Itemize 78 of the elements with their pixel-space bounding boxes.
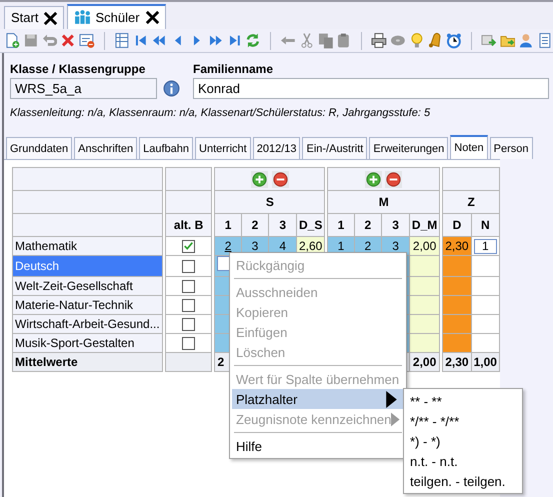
scissors-icon[interactable] <box>298 32 315 49</box>
document-tab[interactable]: Start <box>4 6 64 29</box>
checkbox[interactable] <box>182 280 196 294</box>
undo-icon[interactable] <box>42 32 58 49</box>
column-header: 2 <box>354 214 382 236</box>
checkbox[interactable] <box>182 337 196 350</box>
new-document-icon[interactable] <box>4 32 20 49</box>
checkbox[interactable] <box>182 299 196 312</box>
bell-icon[interactable] <box>427 32 444 49</box>
save-icon[interactable] <box>22 32 39 49</box>
info-icon[interactable] <box>163 80 180 97</box>
column-group-header: M <box>326 190 442 214</box>
copy-icon[interactable] <box>318 32 334 49</box>
tab[interactable]: Person <box>490 137 532 159</box>
menu-item[interactable]: *) - *) <box>406 431 520 451</box>
refresh-icon[interactable] <box>245 32 262 49</box>
checkbox[interactable] <box>182 240 196 254</box>
menu-item[interactable]: n.t. - n.t. <box>406 451 520 471</box>
column-group-header: S <box>213 190 326 214</box>
alarm-clock-icon[interactable] <box>446 32 462 49</box>
row-header[interactable]: Welt-Zeit-Gesellschaft <box>12 276 164 296</box>
table-icon[interactable] <box>114 32 130 49</box>
delete-icon[interactable] <box>60 32 76 49</box>
info-text: Klassenleitung: n/a, Klassenraum: n/a, Klassenart/Schülerstatus: R, Jahrgangsstufe: 5 <box>10 106 432 121</box>
close-icon[interactable] <box>42 10 60 26</box>
row-header[interactable]: Wirtschaft-Arbeit-Gesund... <box>12 314 164 334</box>
lightbulb-icon[interactable] <box>408 32 424 49</box>
text-field[interactable]: WRS_5a_a <box>10 78 157 99</box>
row-header[interactable]: Deutsch <box>12 256 164 276</box>
cell-editor[interactable]: 1 <box>474 239 497 254</box>
row-header[interactable]: Materie-Natur-Technik <box>12 296 164 314</box>
column-header: 3 <box>268 214 296 236</box>
tab[interactable]: Noten <box>450 135 488 159</box>
column-group-header: Z <box>441 190 500 214</box>
table-cell: 2,30 <box>441 236 472 256</box>
tab[interactable]: Unterricht <box>195 137 251 159</box>
people-icon <box>74 9 92 26</box>
tab[interactable]: 2012/13 <box>252 137 300 159</box>
field-label: Klasse / Klassengruppe <box>10 61 146 78</box>
table-cell: 2,30 <box>441 352 472 372</box>
text-field[interactable]: Konrad <box>193 78 549 99</box>
row-header[interactable]: Musik-Sport-Gestalten <box>12 334 164 352</box>
menu-item[interactable]: Hilfe <box>232 436 404 456</box>
document-icon[interactable] <box>537 32 553 49</box>
tab[interactable]: Ein-/Austritt <box>302 137 368 159</box>
row-header[interactable]: Mathematik <box>12 236 164 256</box>
row-header: Mittelwerte <box>12 352 164 372</box>
remove-column-button[interactable] <box>272 171 289 188</box>
column-header: 1 <box>326 214 354 236</box>
menu-item[interactable]: ** - ** <box>406 391 520 411</box>
person-icon[interactable] <box>518 32 534 49</box>
table-cell: 1,00 <box>471 352 500 372</box>
add-column-button[interactable] <box>365 171 382 188</box>
close-icon[interactable] <box>144 9 161 26</box>
add-column-button[interactable] <box>251 171 268 188</box>
column-header: D_M <box>409 214 442 236</box>
menu-item[interactable]: Platzhalter <box>232 389 404 409</box>
document-tab[interactable]: Schüler <box>67 4 166 29</box>
column-header: 1 <box>213 214 242 236</box>
column-header: 2 <box>241 214 269 236</box>
export-icon[interactable] <box>480 32 497 49</box>
column-header: N <box>471 214 500 236</box>
checkbox[interactable] <box>182 260 196 274</box>
column-header: D <box>441 214 472 236</box>
menu-item[interactable]: teilgen. - teilgen. <box>406 471 520 491</box>
tab[interactable]: Laufbahn <box>139 137 194 159</box>
tab[interactable]: Grunddaten <box>6 137 72 159</box>
tab[interactable]: Erweiterungen <box>369 137 448 159</box>
checkbox[interactable] <box>182 318 196 332</box>
menu-item[interactable]: */** - */** <box>406 411 520 431</box>
field-label: Familienname <box>193 61 274 78</box>
remove-column-button[interactable] <box>385 171 402 188</box>
tab[interactable]: Anschriften <box>74 137 138 159</box>
submenu-arrow-icon <box>391 411 400 428</box>
printer-icon[interactable] <box>371 32 387 49</box>
column-header: 3 <box>382 214 410 236</box>
column-header: alt. B <box>164 214 214 236</box>
form-remove-icon[interactable] <box>79 32 95 49</box>
